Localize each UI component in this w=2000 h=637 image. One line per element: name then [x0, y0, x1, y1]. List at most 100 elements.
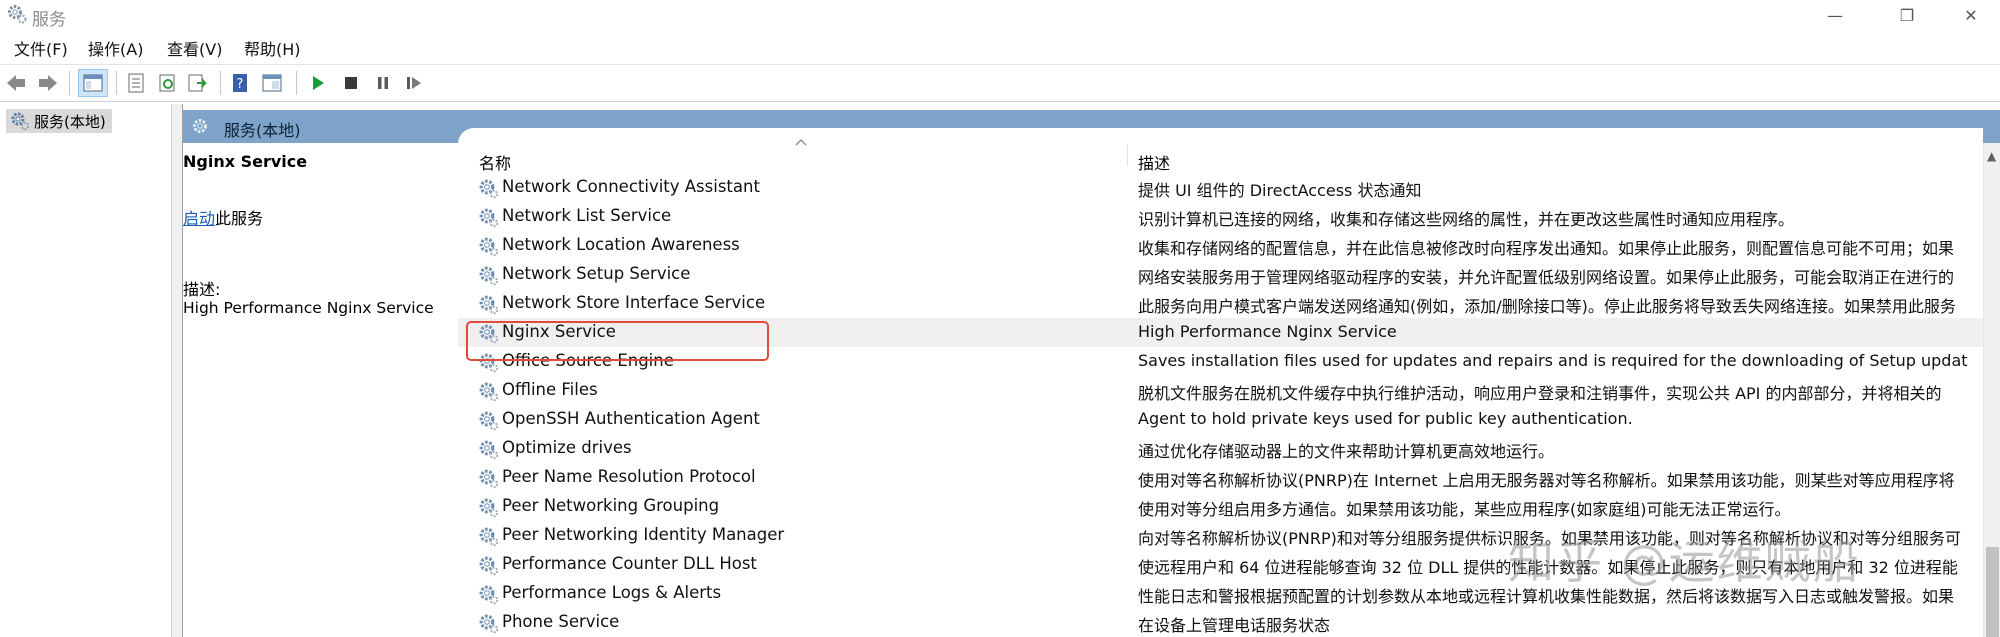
service-gear-icon — [477, 264, 499, 286]
service-gear-icon — [477, 438, 499, 460]
service-row[interactable]: Network Store Interface Service 此服务向用户模式客… — [458, 289, 1983, 318]
service-description: 识别计算机已连接的网络，收集和存储这些网络的属性，并在更改这些属性时通知应用程序… — [1138, 210, 1795, 229]
service-name: Offline Files — [502, 380, 598, 399]
service-name: Performance Logs & Alerts — [502, 583, 722, 602]
start-service-link[interactable]: 启动 — [183, 209, 215, 228]
tree-node-services-local[interactable]: 服务(本地) — [6, 109, 112, 133]
column-header-name[interactable]: 名称 — [479, 150, 511, 174]
service-row[interactable]: Phone Service 在设备上管理电话服务状态 — [458, 608, 1983, 637]
service-description: 网络安装服务用于管理网络驱动程序的安装，并允许配置低级别网络设置。如果停止此服务… — [1138, 268, 1955, 287]
service-name: Peer Networking Identity Manager — [502, 525, 785, 544]
service-row[interactable]: Network Location Awareness 收集和存储网络的配置信息，并… — [458, 231, 1983, 260]
description-text: High Performance Nginx Service — [183, 299, 434, 317]
menu-action[interactable]: 操作(A) — [88, 36, 143, 60]
selected-service-name: Nginx Service — [183, 152, 308, 171]
service-row[interactable]: Network Connectivity Assistant 提供 UI 组件的 … — [458, 173, 1983, 202]
properties-icon[interactable] — [124, 71, 148, 95]
service-gear-icon — [477, 293, 499, 315]
refresh-icon[interactable] — [156, 71, 180, 95]
service-name: Phone Service — [502, 612, 620, 631]
service-gear-icon — [477, 554, 499, 576]
export-list-icon[interactable] — [186, 71, 210, 95]
service-gear-icon — [477, 409, 499, 431]
sort-ascending-icon — [795, 139, 807, 146]
service-action: 启动此服务 — [183, 205, 263, 229]
service-gear-icon — [477, 206, 499, 228]
toolbar: ? — [0, 64, 2000, 102]
forward-arrow-icon[interactable] — [36, 71, 60, 95]
start-service-icon[interactable] — [306, 71, 330, 95]
service-name: Network Location Awareness — [502, 235, 740, 254]
service-name: Peer Name Resolution Protocol — [502, 467, 756, 486]
service-gear-icon — [477, 496, 499, 518]
scroll-up-icon[interactable]: ▲ — [1987, 149, 1996, 163]
service-description: 在设备上管理电话服务状态 — [1138, 616, 1331, 635]
service-name: Network List Service — [502, 206, 672, 225]
service-gear-icon — [477, 177, 499, 199]
menu-help[interactable]: 帮助(H) — [244, 36, 301, 60]
back-arrow-icon[interactable] — [4, 71, 28, 95]
service-row[interactable]: Network List Service 识别计算机已连接的网络，收集和存储这些网… — [458, 202, 1983, 231]
description-label: 描述: — [183, 280, 221, 299]
service-gear-icon — [477, 525, 499, 547]
service-name: OpenSSH Authentication Agent — [502, 409, 760, 428]
list-header: 名称 描述 — [458, 128, 1983, 173]
service-gear-icon — [477, 380, 499, 402]
scrollbar-thumb[interactable] — [1986, 547, 1999, 637]
highlight-annotation — [466, 321, 769, 361]
service-gear-icon — [477, 583, 499, 605]
pane-splitter[interactable] — [172, 104, 183, 637]
pause-service-icon[interactable] — [371, 71, 395, 95]
service-name: Network Store Interface Service — [502, 293, 766, 312]
title-bar: 服务 — ❐ ✕ — [0, 0, 2000, 30]
toolbar-separator — [69, 71, 70, 95]
tree-node-label: 服务(本地) — [34, 112, 106, 131]
details-panel: Nginx Service 启动此服务 描述: High Performance… — [183, 143, 458, 637]
service-name: Performance Counter DLL Host — [502, 554, 757, 573]
service-row[interactable]: Peer Networking Grouping 使用对等分组启用多方通信。如果禁… — [458, 492, 1983, 521]
content-header-title: 服务(本地) — [224, 121, 301, 140]
services-gear-icon — [11, 112, 30, 131]
toolbar-separator — [296, 71, 297, 95]
service-gear-icon — [477, 235, 499, 257]
service-description: 脱机文件服务在脱机文件缓存中执行维护活动，响应用户登录和注销事件，实现公共 AP… — [1138, 384, 1942, 403]
minimize-button[interactable]: — — [1806, 0, 1864, 30]
service-row[interactable]: Optimize drives 通过优化存储驱动器上的文件来帮助计算机更高效地运行… — [458, 434, 1983, 463]
column-header-description[interactable]: 描述 — [1138, 150, 1170, 174]
service-description: 使用对等分组启用多方通信。如果禁用该功能，某些应用程序(如家庭组)可能无法正常运… — [1138, 500, 1791, 519]
services-gear-icon — [193, 119, 207, 133]
service-description: Saves installation files used for update… — [1138, 351, 1968, 370]
service-description: Agent to hold private keys used for publ… — [1138, 409, 1633, 428]
service-row[interactable]: Peer Name Resolution Protocol 使用对等名称解析协议(… — [458, 463, 1983, 492]
extended-view-icon[interactable] — [260, 71, 284, 95]
show-hide-console-tree-icon[interactable] — [78, 69, 108, 97]
menu-file[interactable]: 文件(F) — [14, 36, 68, 60]
svg-text:?: ? — [237, 77, 244, 92]
stop-service-icon[interactable] — [339, 71, 363, 95]
service-description: High Performance Nginx Service — [1138, 322, 1397, 341]
service-description: 通过优化存储驱动器上的文件来帮助计算机更高效地运行。 — [1138, 442, 1555, 461]
service-description: 使用对等名称解析协议(PNRP)在 Internet 上启用无服务器对等名称解析… — [1138, 471, 1955, 490]
maximize-button[interactable]: ❐ — [1878, 0, 1936, 30]
services-gear-icon — [8, 5, 27, 24]
service-row[interactable]: Offline Files 脱机文件服务在脱机文件缓存中执行维护活动，响应用户登录… — [458, 376, 1983, 405]
service-name: Network Setup Service — [502, 264, 691, 283]
service-row[interactable]: OpenSSH Authentication Agent Agent to hol… — [458, 405, 1983, 434]
service-name: Optimize drives — [502, 438, 632, 457]
window-title: 服务 — [32, 10, 66, 30]
help-icon[interactable]: ? — [228, 71, 252, 95]
vertical-scrollbar[interactable]: ▲ — [1983, 143, 2000, 637]
close-icon: ✕ — [1964, 5, 1978, 25]
watermark: 知乎 @运维贼船 — [1508, 535, 1861, 589]
service-action-suffix: 此服务 — [215, 209, 264, 228]
service-row[interactable]: Network Setup Service 网络安装服务用于管理网络驱动程序的安装… — [458, 260, 1983, 289]
toolbar-separator — [220, 71, 221, 95]
column-divider[interactable] — [1127, 144, 1128, 166]
service-description: 提供 UI 组件的 DirectAccess 状态通知 — [1138, 181, 1422, 200]
restart-service-icon[interactable] — [402, 71, 426, 95]
close-button[interactable]: ✕ — [1942, 0, 2000, 30]
menu-view[interactable]: 查看(V) — [167, 36, 222, 60]
service-description: 此服务向用户模式客户端发送网络通知(例如，添加/删除接口等)。停止此服务将导致丢… — [1138, 297, 1956, 316]
service-gear-icon — [477, 612, 499, 634]
service-gear-icon — [477, 467, 499, 489]
